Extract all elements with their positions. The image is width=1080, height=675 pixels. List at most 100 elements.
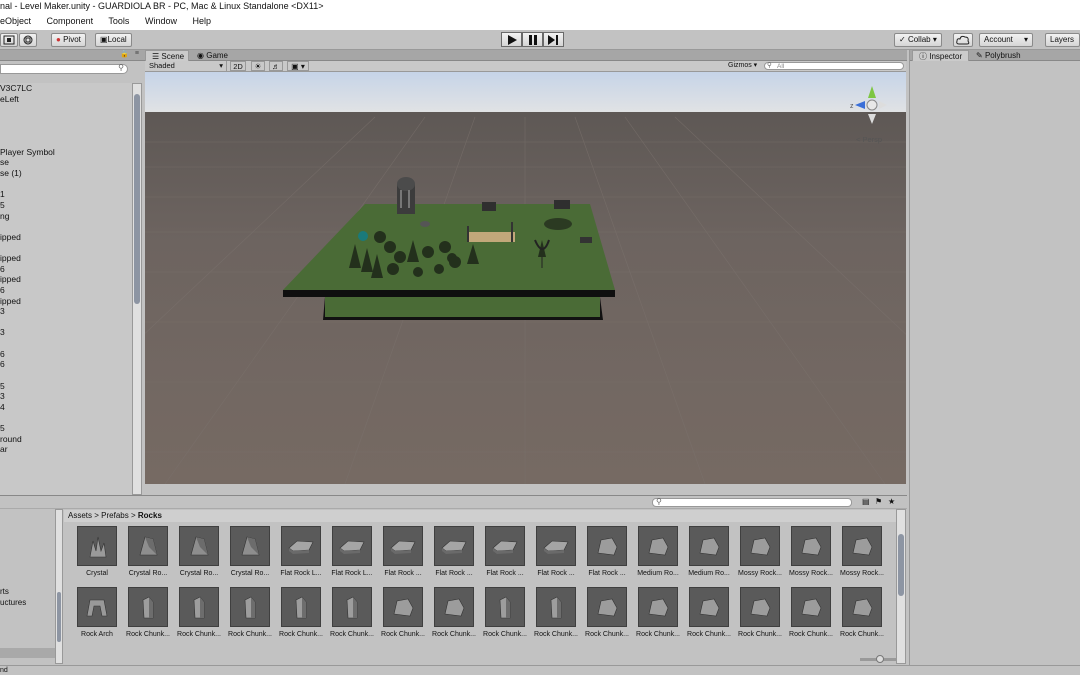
asset-item[interactable]: Flat Rock L... — [329, 526, 375, 579]
hierarchy-item[interactable]: 3 — [0, 327, 132, 338]
hierarchy-item[interactable]: ipped — [0, 274, 132, 285]
hierarchy-item[interactable]: ipped — [0, 253, 132, 264]
hierarchy-item[interactable]: 3 — [0, 391, 132, 402]
hierarchy-item[interactable] — [0, 104, 132, 115]
tree-selected-row[interactable] — [0, 648, 55, 658]
asset-item[interactable]: Mossy Rock... — [839, 526, 885, 579]
asset-item[interactable]: Rock Chunk... — [278, 587, 324, 640]
asset-item[interactable]: Rock Chunk... — [635, 587, 681, 640]
hierarchy-item[interactable]: Player Symbol — [0, 147, 132, 158]
tree-scroll-thumb[interactable] — [57, 592, 61, 642]
hierarchy-item[interactable]: ng — [0, 211, 132, 222]
pause-button[interactable] — [522, 32, 543, 47]
asset-item[interactable]: Flat Rock ... — [482, 526, 528, 579]
search-dropdown-icon[interactable]: ⚲ — [118, 63, 124, 72]
hierarchy-item[interactable]: ipped — [0, 296, 132, 307]
hierarchy-item[interactable]: V3C7LC — [0, 83, 132, 94]
breadcrumb-prefabs[interactable]: Prefabs — [101, 511, 129, 520]
transform-tool-button[interactable] — [19, 33, 37, 47]
hierarchy-item[interactable]: 4 — [0, 402, 132, 413]
project-search-input[interactable]: ⚲ — [652, 497, 852, 507]
asset-scrollbar[interactable] — [896, 509, 906, 664]
breadcrumb-assets[interactable]: Assets — [68, 511, 92, 520]
hierarchy-item[interactable] — [0, 412, 132, 423]
hierarchy-item[interactable]: round — [0, 434, 132, 445]
tab-polybrush[interactable]: ✎ Polybrush — [970, 50, 1027, 61]
audio-toggle[interactable]: ♬ — [269, 61, 283, 71]
asset-item[interactable]: Rock Chunk... — [839, 587, 885, 640]
asset-item[interactable]: Flat Rock ... — [584, 526, 630, 579]
thumbnail-size-slider[interactable] — [860, 655, 896, 663]
asset-item[interactable]: Rock Arch — [74, 587, 120, 640]
lock-icon[interactable]: 🔒 — [120, 50, 129, 58]
filter-tag-icon[interactable]: ⚑ — [875, 497, 882, 506]
tab-scene[interactable]: ☰ Scene — [145, 50, 189, 61]
asset-item[interactable]: Rock Chunk... — [533, 587, 579, 640]
tab-game[interactable]: ◉ Game — [191, 50, 234, 61]
asset-item[interactable]: Flat Rock ... — [380, 526, 426, 579]
scene-viewport[interactable]: z < Persp — [145, 72, 906, 484]
hierarchy-item[interactable] — [0, 338, 132, 349]
hierarchy-item[interactable]: 5 — [0, 200, 132, 211]
menu-window[interactable]: Window — [145, 16, 177, 26]
tab-inspector[interactable]: ⓘ Inspector — [912, 50, 970, 61]
hierarchy-item[interactable] — [0, 136, 132, 147]
hierarchy-search-input[interactable]: ⚲ — [0, 63, 128, 74]
rect-tool-button[interactable] — [0, 33, 18, 47]
hierarchy-item[interactable]: 3 — [0, 306, 132, 317]
tree-item-structures[interactable]: uctures — [0, 598, 26, 607]
asset-item[interactable]: Flat Rock ... — [431, 526, 477, 579]
asset-scroll-thumb[interactable] — [898, 534, 904, 596]
local-button[interactable]: ▣Local — [95, 33, 132, 47]
asset-item[interactable]: Rock Chunk... — [482, 587, 528, 640]
panel-menu-icon[interactable]: ≡ — [135, 50, 139, 57]
hierarchy-item[interactable]: 1 — [0, 189, 132, 200]
hierarchy-item[interactable] — [0, 317, 132, 328]
hierarchy-item[interactable]: eLeft — [0, 94, 132, 105]
asset-item[interactable]: Mossy Rock... — [788, 526, 834, 579]
hierarchy-item[interactable]: 6 — [0, 264, 132, 275]
gizmos-dropdown[interactable]: Gizmos ▾ — [728, 61, 762, 71]
hierarchy-item[interactable]: 5 — [0, 423, 132, 434]
hierarchy-item[interactable]: ar — [0, 444, 132, 455]
hierarchy-item[interactable]: 6 — [0, 359, 132, 370]
asset-item[interactable]: Crystal Ro... — [176, 526, 222, 579]
menu-component[interactable]: Component — [47, 16, 94, 26]
asset-item[interactable]: Rock Chunk... — [227, 587, 273, 640]
menu-help[interactable]: Help — [192, 16, 211, 26]
hierarchy-item[interactable] — [0, 242, 132, 253]
pivot-button[interactable]: ● Pivot — [51, 33, 86, 47]
cloud-button[interactable] — [953, 33, 973, 47]
hierarchy-item[interactable]: se — [0, 157, 132, 168]
filter-label-icon[interactable]: ▤ — [862, 497, 870, 506]
lighting-toggle[interactable]: ☀ — [251, 61, 265, 71]
hierarchy-item[interactable] — [0, 126, 132, 137]
asset-item[interactable]: Mossy Rock... — [737, 526, 783, 579]
asset-item[interactable]: Rock Chunk... — [431, 587, 477, 640]
hierarchy-item[interactable] — [0, 179, 132, 190]
asset-item[interactable]: Rock Chunk... — [788, 587, 834, 640]
asset-item[interactable]: Rock Chunk... — [380, 587, 426, 640]
asset-item[interactable]: Rock Chunk... — [125, 587, 171, 640]
effects-toggle[interactable]: ▣ ▾ — [287, 61, 309, 71]
hierarchy-scroll-thumb[interactable] — [134, 94, 140, 304]
tree-item-parts[interactable]: rts — [0, 587, 9, 596]
scene-search-input[interactable]: ⚲ All — [764, 62, 904, 70]
asset-item[interactable]: Medium Ro... — [686, 526, 732, 579]
hierarchy-item[interactable]: se (1) — [0, 168, 132, 179]
asset-item[interactable]: Crystal Ro... — [125, 526, 171, 579]
play-button[interactable] — [501, 32, 522, 47]
hierarchy-scrollbar[interactable] — [132, 83, 142, 495]
hierarchy-item[interactable] — [0, 370, 132, 381]
layers-button[interactable]: Layers — [1045, 33, 1080, 47]
asset-item[interactable]: Rock Chunk... — [686, 587, 732, 640]
hierarchy-item[interactable]: 5 — [0, 381, 132, 392]
persp-label[interactable]: < Persp — [856, 135, 882, 144]
hierarchy-item[interactable] — [0, 115, 132, 126]
account-button[interactable]: Account ▾ — [979, 33, 1033, 47]
breadcrumb-rocks[interactable]: Rocks — [138, 511, 162, 520]
asset-item[interactable]: Flat Rock ... — [533, 526, 579, 579]
asset-item[interactable]: Flat Rock L... — [278, 526, 324, 579]
step-button[interactable] — [543, 32, 564, 47]
hierarchy-item[interactable]: 6 — [0, 349, 132, 360]
